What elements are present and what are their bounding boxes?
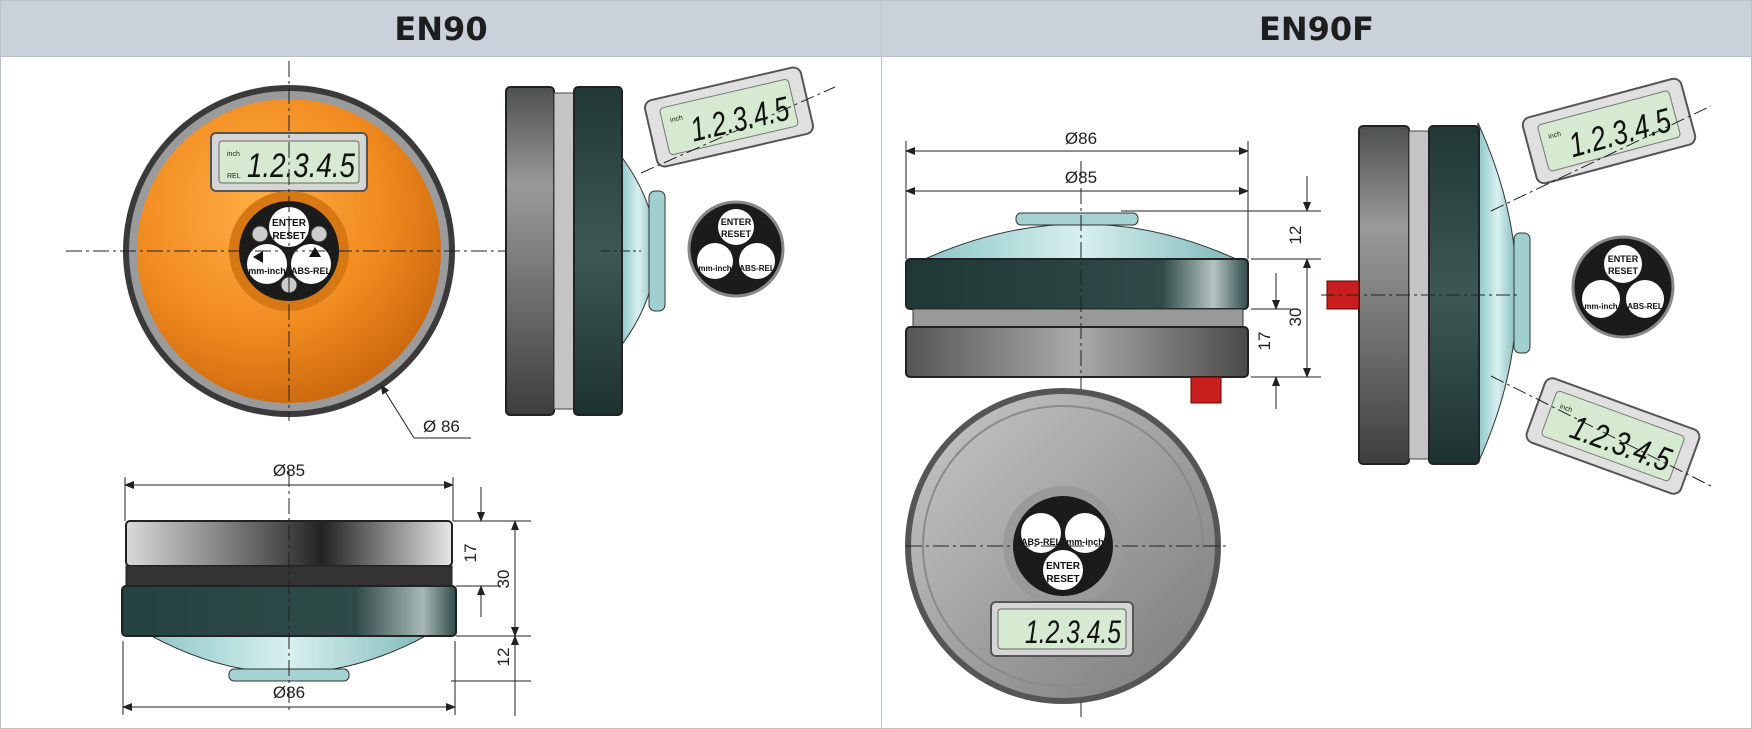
- dim-height-30: 30: [494, 570, 513, 589]
- panel-header: EN90F: [882, 1, 1751, 57]
- abs-rel-key-label: ABS-REL: [291, 266, 332, 276]
- en90f-front-view: ABS-REL mm-inch ENTER RESET 1.2.3.4.5: [905, 388, 1226, 704]
- dim-front-diameter: Ø 86: [423, 417, 460, 436]
- dim-height-17: 17: [461, 544, 480, 563]
- lcd-display: 1.2.3.4.5: [990, 601, 1134, 657]
- mm-inch-key-label: mm-inch: [248, 266, 286, 276]
- dim-width-second: Ø85: [1065, 168, 1097, 187]
- dim-height-30: 30: [1286, 308, 1305, 327]
- abs-rel-key-label: ABS-REL: [739, 264, 775, 273]
- en90f-drawing: Ø86 Ø85 12 30 17 ABS-REL mm-inch ENTER R…: [905, 77, 1712, 721]
- dim-height-12: 12: [1286, 226, 1305, 245]
- enter-key-label: ENTER: [1046, 561, 1081, 572]
- enter-key-label: ENTER: [1608, 254, 1639, 264]
- panel-title: EN90: [394, 9, 488, 48]
- reset-key-label: RESET: [1046, 574, 1079, 585]
- enter-key-label: ENTER: [721, 217, 752, 227]
- en90-side-view: [505, 86, 666, 416]
- lcd-detail-rotated: inch 1.2.3.4.5: [643, 66, 815, 168]
- reset-key-label: RESET: [721, 229, 752, 239]
- panel-header: EN90: [1, 1, 881, 57]
- en90-bottom-view: [121, 471, 457, 711]
- panel-en90f: EN90F Ø86 Ø85 12 30 17 ABS-REL mm-inch E…: [882, 1, 1751, 728]
- lcd-detail-rotated: inch 1.2.3.4.5: [1525, 377, 1701, 495]
- panel-title: EN90F: [1258, 9, 1375, 48]
- mm-inch-key-label: mm-inch: [1584, 302, 1617, 311]
- panel-en90: EN90 inch REL 1.2.3.4.5 ENTER RESET mm-i…: [1, 1, 882, 728]
- dim-height-12: 12: [494, 648, 513, 667]
- dim-width-top: Ø85: [273, 461, 305, 480]
- lcd-reading: 1.2.3.4.5: [247, 147, 355, 185]
- en90f-vertical-view: [1321, 122, 1531, 465]
- lcd-detail-rotated: inch 1.2.3.4.5: [1521, 77, 1697, 185]
- en90-drawing: inch REL 1.2.3.4.5 ENTER RESET mm-inch A…: [66, 61, 836, 716]
- lcd-rel-label: REL: [227, 173, 241, 180]
- mm-inch-key-label: mm-inch: [698, 264, 731, 273]
- keypad-detail: ENTER RESET mm-inch ABS-REL: [687, 200, 785, 298]
- abs-rel-key-label: ABS-REL: [1627, 302, 1663, 311]
- connector-icon: [1190, 376, 1222, 404]
- dim-width-bottom: Ø86: [273, 683, 305, 702]
- dim-width-top: Ø86: [1065, 129, 1097, 148]
- lcd-reading: 1.2.3.4.5: [1025, 614, 1121, 650]
- keypad-detail: ENTER RESET mm-inch ABS-REL: [1571, 235, 1675, 339]
- figure-frame: EN90 inch REL 1.2.3.4.5 ENTER RESET mm-i…: [0, 0, 1752, 729]
- reset-key-label: RESET: [1608, 266, 1639, 276]
- lcd-unit-label: inch: [227, 151, 240, 158]
- dim-height-17: 17: [1255, 332, 1274, 351]
